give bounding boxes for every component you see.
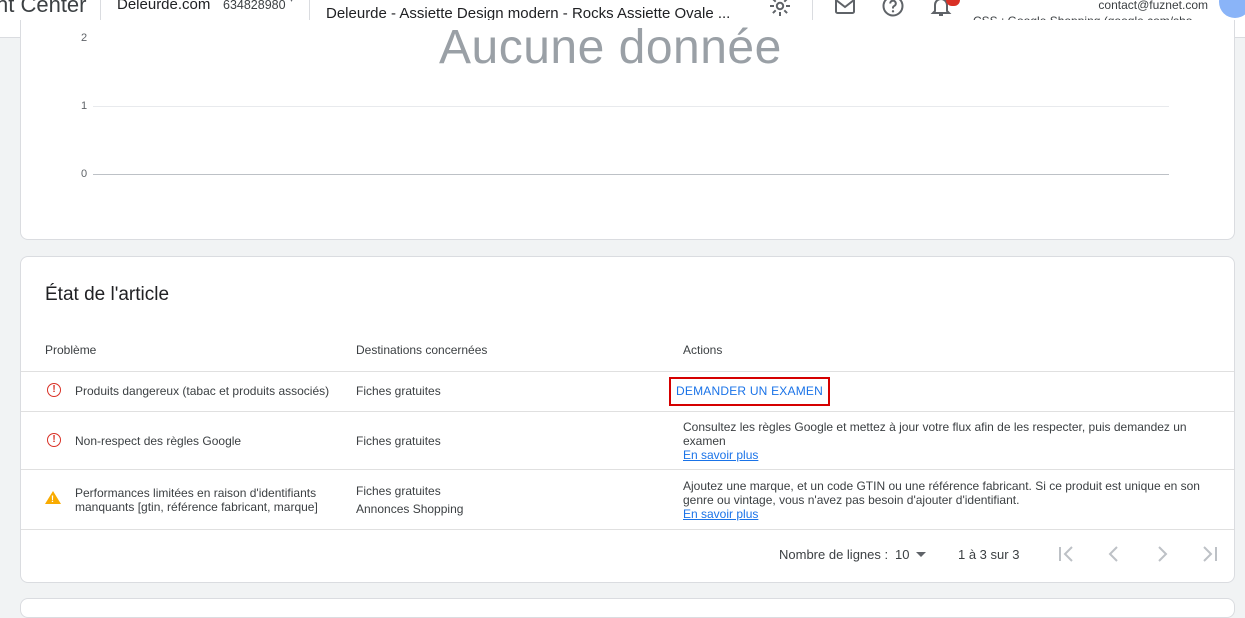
problem-text: Performances limitées en raison d'identi… [75,486,318,514]
notification-badge [946,0,960,6]
previous-page-icon[interactable] [1105,545,1123,563]
action-text: Ajoutez une marque, et un code GTIN ou u… [683,479,1200,507]
row-divider [21,371,1234,372]
item-status-card: État de l'article Problème Destinations … [20,256,1235,583]
y-tick-label: 2 [81,32,88,44]
y-tick-label: 0 [81,168,88,180]
learn-more-link[interactable]: En savoir plus [683,507,758,521]
next-page-icon[interactable] [1153,545,1171,563]
error-icon: ! [47,383,61,397]
help-icon[interactable] [881,0,905,18]
request-review-button[interactable]: DEMANDER UN EXAMEN [669,377,830,406]
account-id: 634828980 [223,0,286,12]
destination-text: Fiches gratuites [356,384,441,398]
destination-text: Annonces Shopping [356,502,464,516]
dropdown-arrow-icon[interactable] [915,551,927,559]
app-brand[interactable]: nt Center [0,0,87,18]
destination-text: Fiches gratuites [356,434,441,448]
learn-more-link[interactable]: En savoir plus [683,448,758,462]
baseline [93,174,1169,175]
column-header-destinations: Destinations concernées [356,343,488,357]
user-email: contact@fuznet.com [1098,0,1208,12]
chart-card: Aucune donnée 2 1 0 [20,20,1235,240]
account-name[interactable]: Deleurde.com [117,0,210,13]
y-tick-label: 1 [81,100,88,112]
error-icon: ! [47,433,61,447]
row-divider [21,411,1234,412]
account-switcher-caret-icon[interactable]: ▾ [289,0,294,5]
destination-text: Fiches gratuites [356,484,441,498]
settings-gear-icon[interactable] [768,0,792,18]
problem-text: Non-respect des règles Google [75,434,242,448]
first-page-icon[interactable] [1057,545,1075,563]
no-data-label: Aucune donnée [439,21,782,74]
rows-per-page-label: Nombre de lignes : [779,547,889,562]
warning-mark: ! [51,494,54,504]
row-divider [21,469,1234,470]
avatar[interactable] [1219,0,1245,18]
column-header-actions: Actions [683,343,723,357]
next-card [20,598,1235,618]
divider [309,0,310,22]
mail-icon[interactable] [833,0,857,18]
last-page-icon[interactable] [1201,545,1219,563]
section-title: État de l'article [45,284,170,305]
divider [812,0,813,22]
column-header-problem: Problème [45,343,97,357]
row-divider [21,529,1234,530]
rows-per-page-select[interactable]: 10 [895,547,909,562]
action-text: Consultez les règles Google et mettez à … [683,420,1187,448]
divider [100,0,101,22]
problem-text: Produits dangereux (tabac et produits as… [75,384,330,398]
pagination-range: 1 à 3 sur 3 [958,547,1020,562]
gridline [93,106,1169,107]
